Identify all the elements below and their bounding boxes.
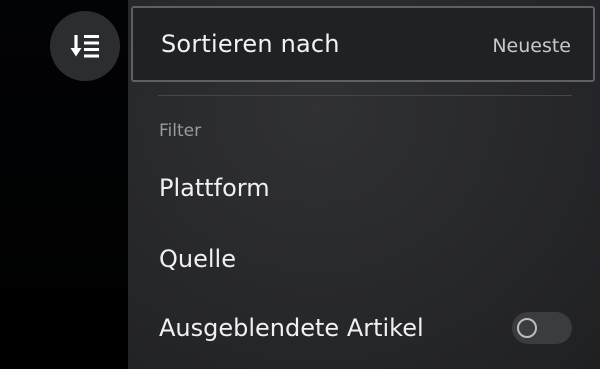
filter-item-label: Quelle xyxy=(159,245,236,273)
sort-by-value: Neueste xyxy=(492,35,571,57)
filter-item-hidden-items[interactable]: Ausgeblendete Artikel xyxy=(128,300,600,360)
filter-item-label: Ausgeblendete Artikel xyxy=(159,314,424,342)
sort-filter-panel: Sortieren nach Neueste Filter Plattform … xyxy=(128,0,600,369)
sort-by-row[interactable]: Sortieren nach Neueste xyxy=(131,6,595,82)
toggle-knob xyxy=(517,318,537,338)
sort-menu-button[interactable] xyxy=(50,11,120,81)
sort-descending-icon xyxy=(70,31,100,61)
left-rail xyxy=(0,0,128,369)
divider xyxy=(158,95,572,96)
sort-by-label: Sortieren nach xyxy=(161,30,340,58)
filter-item-label: Plattform xyxy=(159,174,270,202)
hidden-items-toggle[interactable] xyxy=(512,312,572,344)
filter-item-platform[interactable]: Plattform xyxy=(128,160,600,220)
filter-item-source[interactable]: Quelle xyxy=(128,231,600,291)
filter-heading: Filter xyxy=(159,121,202,141)
